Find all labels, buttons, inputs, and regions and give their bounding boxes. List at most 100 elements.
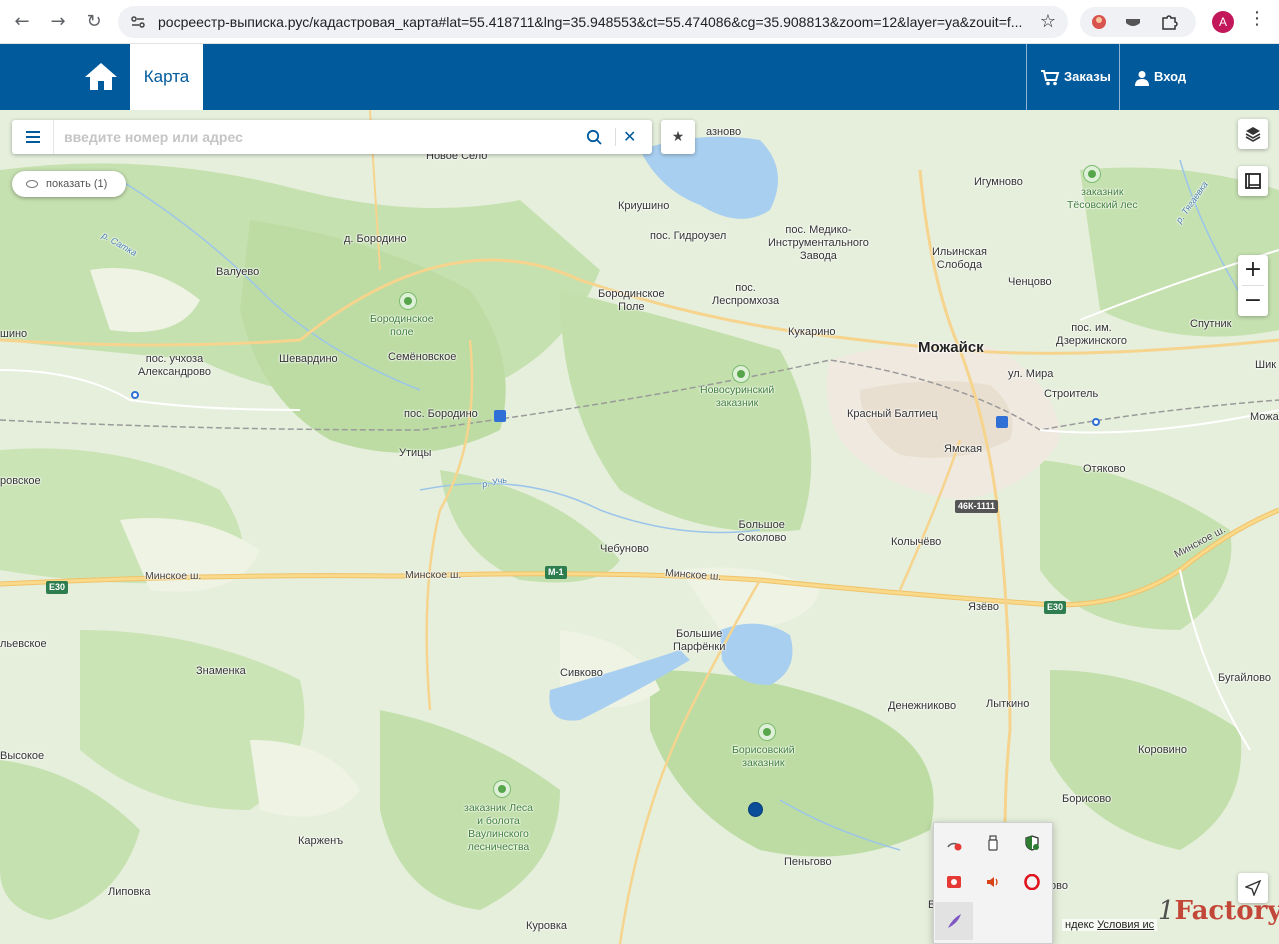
place-label: Кукарино <box>788 326 836 338</box>
nature-reserve-label: Борисовский заказник <box>732 744 795 769</box>
pen-feather-icon <box>948 914 961 928</box>
train-station-icon <box>494 410 506 422</box>
extension-icon[interactable] <box>1124 13 1142 31</box>
reload-icon[interactable]: ↻ <box>80 8 108 36</box>
place-label: пос. им. Дзержинского <box>1056 322 1127 347</box>
volume-icon <box>987 877 998 887</box>
place-label: д. Бородино <box>344 233 407 245</box>
park-icon <box>399 292 417 310</box>
navigation-arrow-icon <box>1244 879 1262 897</box>
map-background <box>0 110 1279 944</box>
place-label: Шевардино <box>279 353 338 365</box>
profile-avatar[interactable]: A <box>1212 11 1234 33</box>
site-header: Карта Заказы Вход <box>0 44 1279 110</box>
site-settings-icon[interactable] <box>130 14 146 30</box>
tray-item[interactable] <box>935 863 973 901</box>
layers-icon <box>1245 127 1261 142</box>
hamburger-menu-icon[interactable] <box>12 120 54 154</box>
forward-arrow-icon[interactable]: → <box>44 8 72 36</box>
place-label: пос. Гидроузел <box>650 230 727 242</box>
search-input[interactable] <box>64 120 584 154</box>
place-label: Строитель <box>1044 388 1099 400</box>
map-attribution: ндекс Условия ис <box>1062 919 1158 931</box>
place-label: Ченцово <box>1008 276 1052 288</box>
tab-map[interactable]: Карта <box>130 44 203 110</box>
opera-icon <box>1024 874 1040 890</box>
tray-item[interactable] <box>935 902 973 940</box>
tray-item[interactable] <box>1013 824 1051 862</box>
eye-icon <box>26 180 38 188</box>
place-label: Высокое <box>0 750 45 762</box>
attribution-prefix: ндекс <box>1065 919 1095 931</box>
road-label: Минское ш. <box>145 570 202 582</box>
place-label: Игумново <box>974 176 1023 188</box>
watermark-prefix: 1 <box>1158 896 1175 926</box>
nature-reserve-label: заказник Леса и болота Ваулинского лесни… <box>464 802 534 853</box>
location-pin-marker[interactable] <box>748 802 763 817</box>
road-shield: М-1 <box>545 566 567 579</box>
system-tray-popup <box>933 822 1053 944</box>
road-label: Минское ш. <box>405 569 462 581</box>
search-icon[interactable] <box>586 129 602 145</box>
place-label: Утицы <box>399 447 432 459</box>
train-station-icon <box>996 416 1008 428</box>
zoom-control: + − <box>1238 255 1268 316</box>
park-icon <box>732 365 750 383</box>
map-view[interactable]: азново Новое Село Криушино пос. Гидроузе… <box>0 110 1279 944</box>
place-label: Ильинская Слобода <box>932 246 987 271</box>
tray-item[interactable] <box>974 824 1012 862</box>
watermark-brand: Factory <box>1174 896 1279 926</box>
tray-item[interactable] <box>974 863 1012 901</box>
login-link[interactable]: Вход <box>1134 44 1186 110</box>
back-arrow-icon[interactable]: ← <box>8 8 36 36</box>
orders-link[interactable]: Заказы <box>1040 44 1111 110</box>
usb-drive-icon <box>988 835 998 851</box>
tray-item[interactable] <box>1013 863 1051 901</box>
security-shield-icon <box>1025 835 1039 851</box>
road-shield: 46К-1111 <box>955 500 999 513</box>
close-icon[interactable]: ✕ <box>623 127 636 147</box>
search-divider <box>615 128 616 146</box>
home-icon[interactable] <box>80 56 122 98</box>
layers-button[interactable] <box>1238 119 1268 149</box>
place-label: Пеньгово <box>784 856 832 868</box>
bookmark-star-icon[interactable]: ☆ <box>1040 11 1056 32</box>
tray-item[interactable] <box>935 824 973 862</box>
place-label: Семёновское <box>388 351 457 363</box>
place-label: Шик <box>1255 359 1277 371</box>
place-label: пос. учхоза Александрово <box>138 353 211 378</box>
place-label: Бородинское Поле <box>598 288 665 313</box>
rail-station-marker <box>1092 418 1100 426</box>
terms-link[interactable]: Условия ис <box>1097 919 1154 931</box>
park-icon <box>493 780 511 798</box>
place-label: Куровка <box>526 920 568 932</box>
address-bar[interactable]: росреестр-выписка.рус/кадастровая_карта#… <box>118 6 1068 38</box>
place-label: Карженъ <box>298 835 344 847</box>
zoom-in-button[interactable]: + <box>1238 255 1268 285</box>
street-label: ул. Мира <box>1008 368 1054 380</box>
menu-dots-icon[interactable]: ⋮ <box>1248 8 1266 29</box>
zoom-out-button[interactable]: − <box>1238 286 1268 316</box>
screen-record-icon <box>947 876 961 888</box>
rail-station-marker <box>131 391 139 399</box>
login-label: Вход <box>1154 69 1187 84</box>
favorites-star-icon[interactable]: ★ <box>661 120 695 154</box>
place-label: Спутник <box>1190 318 1232 330</box>
road-shield: E30 <box>1044 601 1067 614</box>
puzzle-extension-icon[interactable] <box>1160 13 1178 31</box>
extension-icon[interactable] <box>1090 13 1108 31</box>
place-label: Борисово <box>1062 793 1112 805</box>
cart-icon <box>1041 69 1060 85</box>
network-warning-icon <box>947 842 962 851</box>
place-label: Язёво <box>968 601 999 613</box>
url-text[interactable]: росреестр-выписка.рус/кадастровая_карта#… <box>158 14 1038 30</box>
place-label: ровское <box>0 475 41 487</box>
place-label: Большие Парфёнки <box>673 628 726 653</box>
orders-label: Заказы <box>1064 69 1111 84</box>
place-label: Сивково <box>560 667 603 679</box>
show-button[interactable]: показать (1) <box>12 171 126 197</box>
ruler-button[interactable] <box>1238 166 1268 196</box>
place-label: Денежниково <box>888 700 957 712</box>
place-label: Липовка <box>108 886 151 898</box>
city-label: Можайск <box>918 339 984 356</box>
